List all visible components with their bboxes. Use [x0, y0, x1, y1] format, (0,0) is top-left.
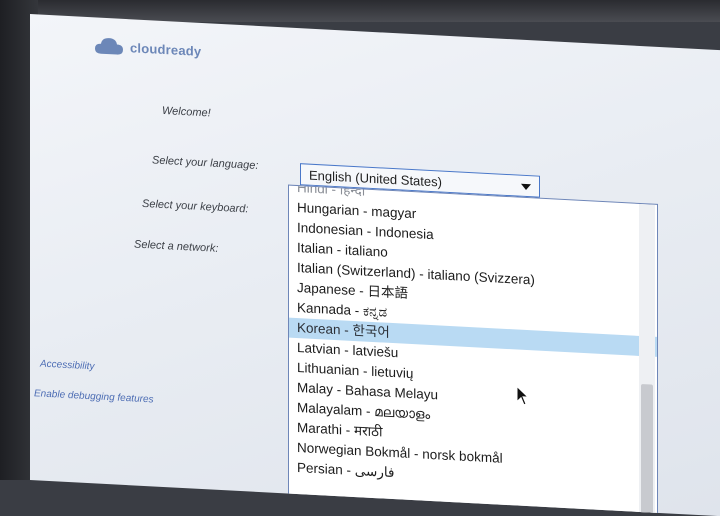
language-dropdown-list[interactable]: Hindi - हिन्दी Hungarian - magyar Indone…: [288, 184, 658, 516]
keyboard-label: Select your keyboard:: [142, 197, 249, 216]
cloud-icon: [95, 38, 123, 55]
brand-name: cloudready: [130, 39, 202, 59]
mouse-pointer-icon: [516, 385, 530, 406]
scrollbar-thumb[interactable]: [641, 384, 653, 516]
language-options: Hindi - हिन्दी Hungarian - magyar Indone…: [289, 185, 657, 497]
welcome-heading: Welcome!: [162, 104, 211, 120]
chevron-down-icon[interactable]: [521, 183, 531, 191]
language-label: Select your language:: [152, 154, 259, 172]
network-label: Select a network:: [134, 238, 219, 255]
brand-logo: cloudready: [94, 35, 201, 61]
accessibility-link[interactable]: Accessibility: [40, 359, 94, 373]
enable-debugging-link[interactable]: Enable debugging features: [34, 388, 154, 405]
setup-screen: cloudready Welcome! Select your language…: [30, 14, 720, 516]
